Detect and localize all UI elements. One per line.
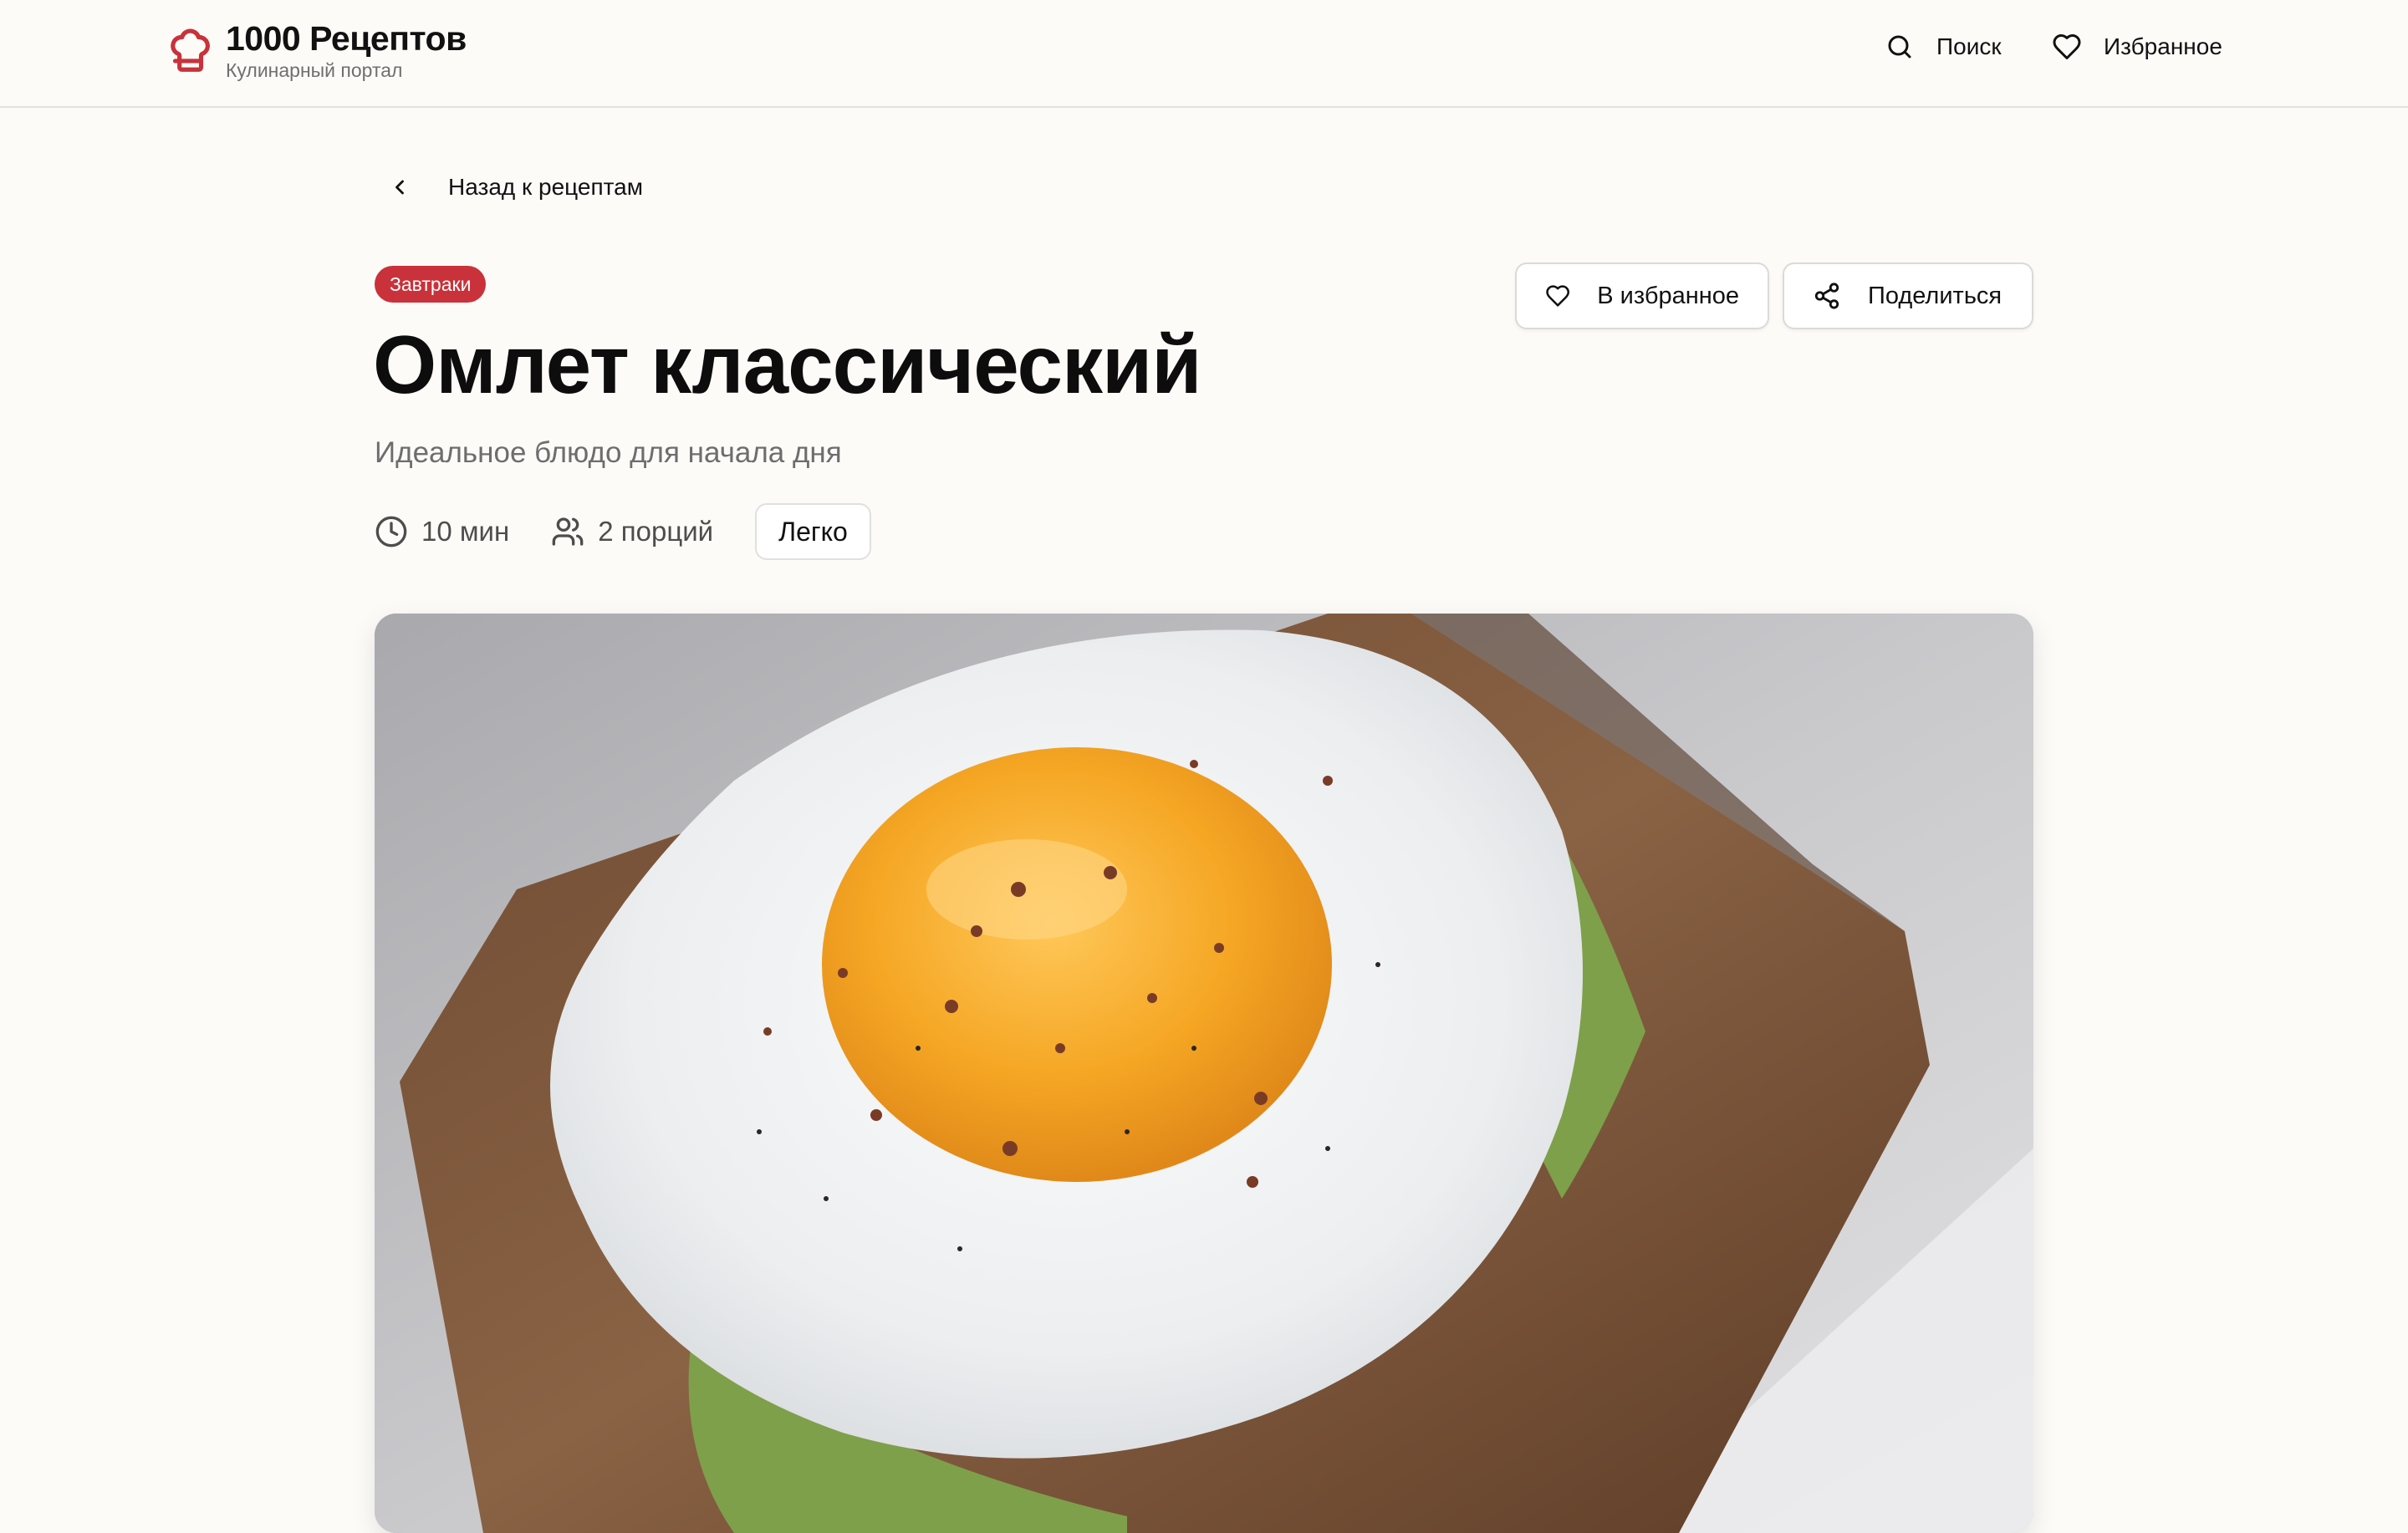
users-icon xyxy=(552,517,584,546)
clock-icon xyxy=(375,516,407,548)
cook-time-value: 10 мин xyxy=(421,516,510,547)
top-header: 1000 Рецептов Кулинарный портал Поиск Из… xyxy=(0,0,2408,108)
chevron-left-icon xyxy=(395,180,404,195)
nav-search-label: Поиск xyxy=(1936,33,2002,59)
nav-favorites-label: Избранное xyxy=(2104,33,2222,59)
heart-icon xyxy=(1546,285,1570,307)
fried-egg-on-toast-photo xyxy=(375,614,2033,1533)
share-button[interactable]: Поделиться xyxy=(1783,262,2033,329)
recipe-hero-image xyxy=(375,614,2033,1533)
servings: 2 порций xyxy=(551,515,713,548)
category-badge[interactable]: Завтраки xyxy=(375,266,487,303)
search-icon xyxy=(1888,35,1911,59)
servings-value: 2 порций xyxy=(598,516,714,547)
add-to-favorites-label: В избранное xyxy=(1597,282,1739,309)
back-to-recipes-link[interactable]: Назад к рецептам xyxy=(388,174,643,201)
nav-favorites-button[interactable]: Избранное xyxy=(2052,32,2222,62)
recipe-meta: 10 мин 2 порций Легко xyxy=(375,503,871,560)
share-icon xyxy=(1814,283,1839,309)
share-label: Поделиться xyxy=(1868,282,2002,309)
heart-icon xyxy=(2053,34,2081,59)
recipe-subtitle: Идеальное блюдо для начала дня xyxy=(375,436,842,469)
back-link-label: Назад к рецептам xyxy=(448,174,643,200)
brand-logo-link[interactable]: 1000 Рецептов Кулинарный портал xyxy=(162,18,467,82)
nav-search-button[interactable]: Поиск xyxy=(1885,32,2002,62)
brand-title: 1000 Рецептов xyxy=(226,19,467,58)
add-to-favorites-button[interactable]: В избранное xyxy=(1515,262,1769,329)
chef-hat-icon xyxy=(171,28,210,72)
difficulty-badge: Легко xyxy=(755,503,871,560)
cook-time: 10 мин xyxy=(375,515,509,548)
recipe-title: Омлет классический xyxy=(373,318,1202,410)
brand-subtitle: Кулинарный портал xyxy=(226,59,403,81)
